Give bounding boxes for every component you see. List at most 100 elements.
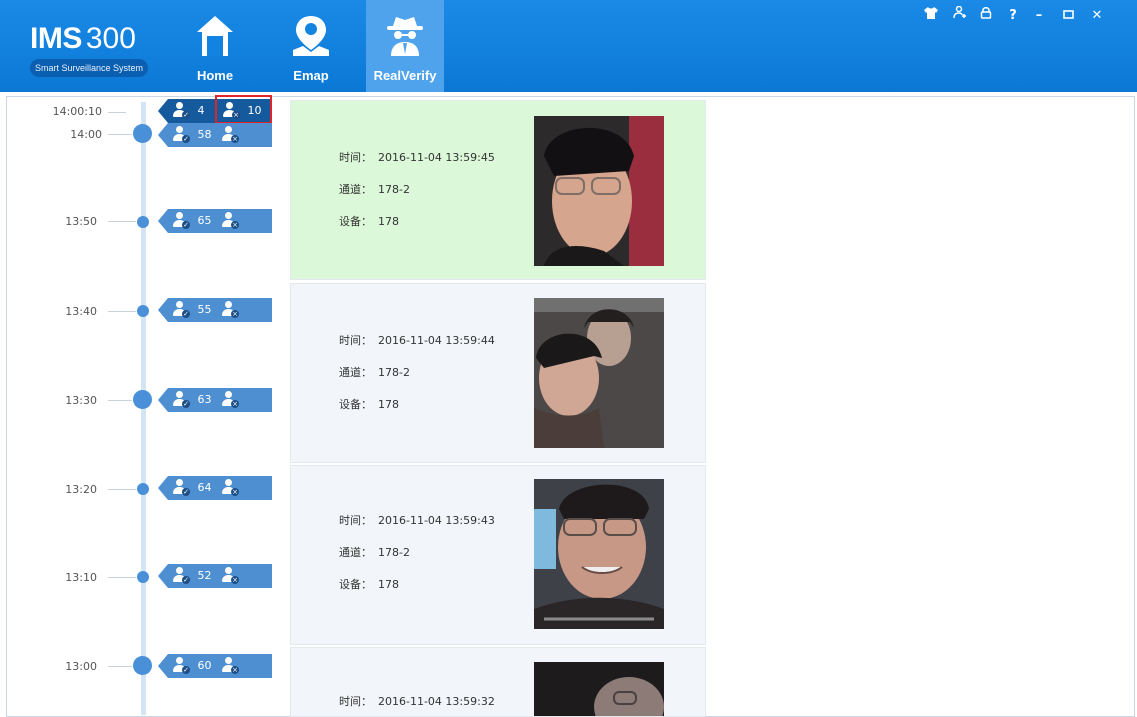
pass-count: 65 <box>197 214 212 227</box>
timeline-entry-badge[interactable]: ✓ 60 × 123 <box>158 654 272 696</box>
app-version: 300 <box>85 22 136 55</box>
timeline-tick <box>108 666 132 667</box>
record-channel: 178-2 <box>378 546 410 559</box>
record-channel: 178-2 <box>378 366 410 379</box>
close-icon[interactable]: ✕ <box>1087 6 1107 26</box>
pass-count: 64 <box>197 481 212 494</box>
timeline-node[interactable] <box>137 216 149 228</box>
minimize-icon[interactable]: – <box>1029 6 1049 26</box>
timeline-node[interactable] <box>133 390 152 409</box>
timeline-time: 13:00 <box>65 660 97 673</box>
record-device: 178 <box>378 578 399 591</box>
record-time: 2016-11-04 13:59:43 <box>378 514 495 527</box>
lock-icon[interactable] <box>976 6 996 26</box>
verified-person-icon: ✓ <box>172 478 190 496</box>
timeline-node[interactable] <box>137 483 149 495</box>
record-channel-row: 通道： 178-2 <box>339 181 410 197</box>
record-card[interactable]: 时间： 2016-11-04 13:59:43 通道： 178-2 设备： 178 <box>290 465 706 645</box>
record-card[interactable]: 时间： 2016-11-04 13:59:32 <box>290 647 706 717</box>
record-time-row: 时间： 2016-11-04 13:59:44 <box>339 332 495 348</box>
record-device-row: 设备： 178 <box>339 396 399 412</box>
nav-emap-button[interactable]: Emap <box>272 0 350 92</box>
timeline-time: 13:20 <box>65 483 97 496</box>
record-time-row: 时间： 2016-11-04 13:59:45 <box>339 149 495 165</box>
help-icon[interactable]: ? <box>1003 6 1023 26</box>
timeline-entry-badge[interactable]: ✓ 65 × 119 <box>158 209 272 251</box>
timeline-time: 13:40 <box>65 305 97 318</box>
unverified-person-icon: × <box>221 211 239 229</box>
timeline-entry-badge[interactable]: ✓ 55 × 116 <box>158 298 272 340</box>
timeline-node[interactable] <box>137 571 149 583</box>
timeline-node[interactable] <box>137 305 149 317</box>
timeline-time: 13:50 <box>65 215 97 228</box>
record-time: 2016-11-04 13:59:45 <box>378 151 495 164</box>
timeline-time: 13:10 <box>65 571 97 584</box>
nav-emap-label: Emap <box>293 68 329 83</box>
unverified-person-icon: × <box>221 566 239 584</box>
fail-count: 116 <box>172 327 193 340</box>
timeline-entry-badge[interactable]: ✓ 58 × 121 <box>158 123 272 165</box>
nav-realverify-button[interactable]: RealVerify <box>366 0 444 92</box>
header-bar: IMS 300 Smart Surveillance System Home Em… <box>0 0 1137 92</box>
channel-label: 通道： <box>339 183 372 196</box>
time-label: 时间： <box>339 695 372 708</box>
record-device-row: 设备： 178 <box>339 213 399 229</box>
app-logo: IMS 300 Smart Surveillance System <box>30 22 148 77</box>
record-card[interactable]: 时间： 2016-11-04 13:59:45 通道： 178-2 设备： 178 <box>290 100 706 280</box>
nav-home-button[interactable]: Home <box>176 0 254 92</box>
fail-count: 118 <box>172 505 193 518</box>
home-icon <box>197 16 233 56</box>
timeline-tick <box>108 400 132 401</box>
user-switch-icon[interactable] <box>950 5 970 26</box>
record-card[interactable]: 时间： 2016-11-04 13:59:44 通道： 178-2 设备： 178 <box>290 283 706 463</box>
timeline-entry-badge[interactable]: ✓ 52 × 110 <box>158 564 272 606</box>
face-snapshot[interactable] <box>534 479 664 629</box>
current-pass-count: 4 <box>197 104 205 117</box>
pass-count: 55 <box>197 303 212 316</box>
face-snapshot[interactable] <box>534 298 664 448</box>
verified-person-icon: ✓ <box>172 390 190 408</box>
verified-person-icon: ✓ <box>172 300 190 318</box>
skin-icon[interactable] <box>921 6 941 26</box>
timeline-node[interactable] <box>133 656 152 675</box>
time-label: 时间： <box>339 334 372 347</box>
detail-pane <box>714 97 1132 714</box>
timeline-tick <box>108 311 136 312</box>
record-device: 178 <box>378 398 399 411</box>
nav-realverify-label: RealVerify <box>373 68 437 83</box>
time-label: 时间： <box>339 514 372 527</box>
maximize-icon[interactable] <box>1058 6 1078 26</box>
record-channel-row: 通道： 178-2 <box>339 364 410 380</box>
device-label: 设备： <box>339 578 372 591</box>
channel-label: 通道： <box>339 546 372 559</box>
timeline-tick <box>108 577 136 578</box>
record-device-row: 设备： 178 <box>339 576 399 592</box>
app-name: IMS <box>30 22 82 55</box>
verified-person-icon: ✓ <box>172 566 190 584</box>
face-snapshot[interactable] <box>534 662 664 716</box>
timeline-time: 14:00 <box>70 128 102 141</box>
pass-count: 63 <box>197 393 212 406</box>
timeline-tick <box>108 221 136 222</box>
record-time-row: 时间： 2016-11-04 13:59:32 <box>339 693 495 709</box>
fail-count: 121 <box>172 152 193 165</box>
verified-person-icon: ✓ <box>172 101 190 119</box>
timeline-node[interactable] <box>133 124 152 143</box>
face-snapshot[interactable] <box>534 116 664 266</box>
time-label: 时间： <box>339 151 372 164</box>
timeline-entry-badge[interactable]: ✓ 63 × 128 <box>158 388 272 430</box>
app-subtitle: Smart Surveillance System <box>30 59 148 77</box>
record-time: 2016-11-04 13:59:32 <box>378 695 495 708</box>
map-pin-icon <box>293 16 329 56</box>
device-label: 设备： <box>339 215 372 228</box>
nav-home-label: Home <box>196 68 234 83</box>
spy-icon <box>387 17 423 56</box>
fail-count: 128 <box>172 417 193 430</box>
timeline-entry-badge[interactable]: ✓ 64 × 118 <box>158 476 272 518</box>
unverified-person-icon: × <box>221 656 239 674</box>
pass-count: 60 <box>197 659 212 672</box>
timeline-tick <box>108 489 136 490</box>
record-device: 178 <box>378 215 399 228</box>
unverified-person-icon: × <box>221 125 239 143</box>
unverified-person-icon: × <box>221 390 239 408</box>
